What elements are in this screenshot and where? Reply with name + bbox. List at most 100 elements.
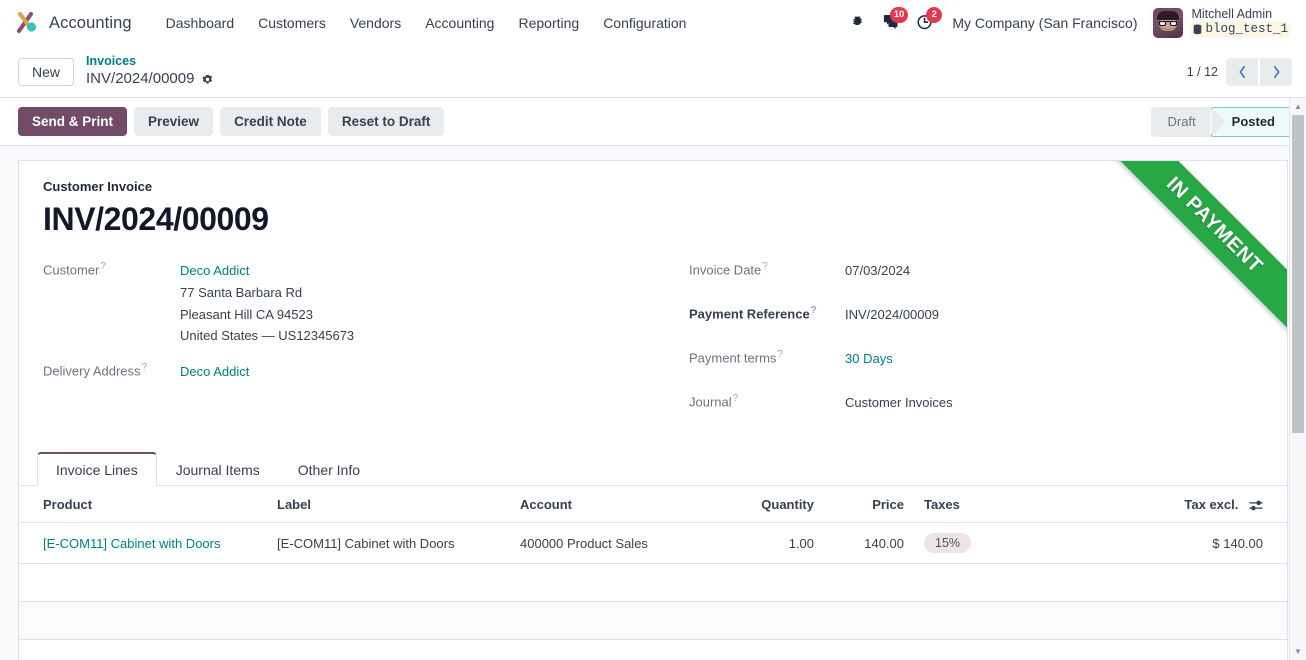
invoice-lines-header: Product Label Account Quantity Price Tax… <box>19 486 1287 524</box>
help-icon[interactable]: ? <box>777 349 783 360</box>
form-sheet: IN PAYMENT Customer Invoice INV/2024/000… <box>18 160 1288 660</box>
activities-count-badge: 2 <box>926 7 943 23</box>
field-value-delivery-address: Deco Addict <box>180 361 249 383</box>
tab-invoice-lines[interactable]: Invoice Lines <box>37 452 157 486</box>
table-row-empty[interactable] <box>19 639 1287 660</box>
notebook-tabs: Invoice Lines Journal Items Other Info <box>19 452 1287 486</box>
scroll-up-arrow-icon[interactable]: ▲ <box>1290 98 1306 115</box>
scrollbar-thumb[interactable] <box>1292 115 1304 433</box>
notebook: Invoice Lines Journal Items Other Info P… <box>19 452 1287 660</box>
payment-terms-link[interactable]: 30 Days <box>845 351 893 366</box>
help-icon[interactable]: ? <box>811 305 817 316</box>
breadcrumb-parent-invoices[interactable]: Invoices <box>86 54 214 70</box>
page-title: INV/2024/00009 <box>43 201 269 237</box>
field-label-delivery-address: Delivery Address? <box>43 362 148 379</box>
customer-address-street: 77 Santa Barbara Rd <box>180 284 303 300</box>
help-icon[interactable]: ? <box>142 362 148 373</box>
invoice-lines-table-wrapper: Product Label Account Quantity Price Tax… <box>19 486 1287 660</box>
column-header-tax-excl: Tax excl. <box>1162 486 1287 524</box>
customer-address-country: United States — US12345673 <box>180 328 355 344</box>
column-header-quantity: Quantity <box>727 486 822 524</box>
menu-item-vendors[interactable]: Vendors <box>338 9 413 37</box>
credit-note-button[interactable]: Credit Note <box>220 107 321 136</box>
pager-previous-button[interactable] <box>1226 57 1258 86</box>
help-icon[interactable]: ? <box>733 393 739 404</box>
menu-item-reporting[interactable]: Reporting <box>506 9 591 37</box>
user-name: Mitchell Admin <box>1191 7 1273 22</box>
database-label: blog_test_1 <box>1205 22 1288 37</box>
table-row-empty[interactable] <box>19 601 1287 641</box>
field-label-invoice-date: Invoice Date? <box>689 261 768 278</box>
cell-tax-excl: $ 140.00 <box>1162 522 1287 565</box>
debug-menu-button[interactable] <box>840 6 874 40</box>
delivery-address-link[interactable]: Deco Addict <box>180 364 249 379</box>
messages-count-badge: 10 <box>889 7 909 23</box>
help-icon[interactable]: ? <box>100 261 106 272</box>
vertical-scrollbar[interactable]: ▲ ▼ <box>1289 98 1306 660</box>
product-link[interactable]: [E-COM11] Cabinet with Doors <box>43 536 221 551</box>
table-row[interactable]: [E-COM11] Cabinet with Doors [E-COM11] C… <box>19 522 1287 565</box>
customer-link[interactable]: Deco Addict <box>180 263 249 278</box>
action-bar: Send & Print Preview Credit Note Reset t… <box>0 98 1306 146</box>
field-value-payment-reference[interactable]: INV/2024/00009 <box>845 304 939 326</box>
reset-to-draft-button[interactable]: Reset to Draft <box>327 107 445 136</box>
cell-quantity[interactable]: 1.00 <box>727 522 822 565</box>
cell-price[interactable]: 140.00 <box>822 522 912 565</box>
field-payment-terms: Payment terms? 30 Days <box>689 348 1263 370</box>
field-label-customer: Customer? <box>43 261 106 278</box>
messages-button[interactable]: 10 <box>874 6 909 40</box>
optional-columns-icon[interactable] <box>1249 499 1263 512</box>
brand-home-link[interactable]: Accounting <box>14 10 132 36</box>
gear-icon[interactable] <box>201 73 214 86</box>
help-icon[interactable]: ? <box>762 261 768 272</box>
menu-item-dashboard[interactable]: Dashboard <box>154 9 247 37</box>
company-switcher[interactable]: My Company (San Francisco) <box>942 9 1147 37</box>
user-menu[interactable]: Mitchell Admin blog_test_1 <box>1147 4 1296 42</box>
pager-next-button[interactable] <box>1260 57 1292 86</box>
table-header-row: Product Label Account Quantity Price Tax… <box>19 486 1287 524</box>
field-delivery-address: Delivery Address? Deco Addict <box>43 361 653 383</box>
status-bar: Draft Posted <box>1151 106 1292 137</box>
main-menu: Dashboard Customers Vendors Accounting R… <box>154 9 699 37</box>
invoice-lines-body: [E-COM11] Cabinet with Doors [E-COM11] C… <box>19 522 1287 660</box>
bug-icon <box>850 14 865 32</box>
field-value-invoice-date[interactable]: 07/03/2024 <box>845 260 910 282</box>
brand-name: Accounting <box>49 13 132 32</box>
tab-other-info[interactable]: Other Info <box>279 452 379 486</box>
invoice-lines-table: Product Label Account Quantity Price Tax… <box>19 486 1287 660</box>
cell-taxes[interactable]: 15% <box>912 522 1162 565</box>
column-header-label: Label <box>269 486 512 524</box>
form-sheet-container: IN PAYMENT Customer Invoice INV/2024/000… <box>0 146 1306 660</box>
field-label-payment-reference: Payment Reference? <box>689 305 817 322</box>
field-payment-reference: Payment Reference? INV/2024/00009 <box>689 304 1263 326</box>
menu-item-customers[interactable]: Customers <box>246 9 338 37</box>
database-icon <box>1194 24 1202 35</box>
field-group-left: Customer? Deco Addict 77 Santa Barbara R… <box>43 260 653 436</box>
database-name: blog_test_1 <box>1191 22 1290 37</box>
preview-button[interactable]: Preview <box>134 107 214 136</box>
column-header-price: Price <box>822 486 912 524</box>
column-header-taxes: Taxes <box>912 486 1162 524</box>
pager-value: 1 / 12 <box>1186 64 1218 79</box>
tab-journal-items[interactable]: Journal Items <box>157 452 279 486</box>
field-journal: Journal? Customer Invoices <box>689 392 1263 414</box>
field-label-payment-terms: Payment terms? <box>689 349 783 366</box>
menu-item-configuration[interactable]: Configuration <box>591 9 698 37</box>
field-group-right: Invoice Date? 07/03/2024 Payment Referen… <box>653 260 1263 436</box>
status-step-draft[interactable]: Draft <box>1151 106 1225 137</box>
scroll-down-arrow-icon[interactable]: ▼ <box>1290 643 1306 660</box>
chevron-left-icon <box>1239 65 1245 78</box>
field-value-journal[interactable]: Customer Invoices <box>845 392 953 414</box>
breadcrumb-current: INV/2024/00009 <box>86 70 214 89</box>
field-customer: Customer? Deco Addict 77 Santa Barbara R… <box>43 260 653 347</box>
menu-item-accounting[interactable]: Accounting <box>413 9 506 37</box>
cell-label[interactable]: [E-COM11] Cabinet with Doors <box>269 522 512 565</box>
cell-account[interactable]: 400000 Product Sales <box>512 522 727 565</box>
new-record-button[interactable]: New <box>18 57 75 86</box>
field-label-journal: Journal? <box>689 393 739 410</box>
send-and-print-button[interactable]: Send & Print <box>18 107 128 136</box>
table-row-empty[interactable] <box>19 563 1287 603</box>
activities-button[interactable]: 2 <box>908 6 943 40</box>
chevron-right-icon <box>1273 65 1279 78</box>
top-navbar: Accounting Dashboard Customers Vendors A… <box>0 0 1306 46</box>
